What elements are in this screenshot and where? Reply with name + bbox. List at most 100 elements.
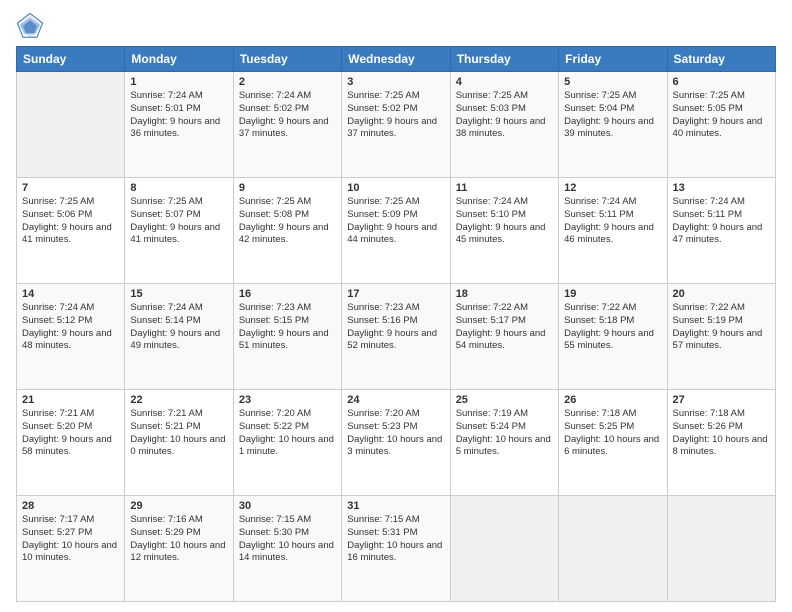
day-number: 4	[456, 76, 553, 88]
calendar-cell: 17 Sunrise: 7:23 AMSunset: 5:16 PMDayligh…	[342, 284, 450, 390]
calendar-cell: 3 Sunrise: 7:25 AMSunset: 5:02 PMDaylight…	[342, 72, 450, 178]
day-number: 24	[347, 394, 444, 406]
calendar-cell: 14Sunrise: 7:24 AMSunset: 5:12 PMDayligh…	[17, 284, 125, 390]
logo-icon	[16, 12, 44, 40]
day-number: 17	[347, 288, 444, 300]
day-info: Sunrise: 7:25 AMSunset: 5:08 PMDaylight:…	[239, 196, 336, 247]
day-info: Sunrise: 7:20 AMSunset: 5:23 PMDaylight:…	[347, 408, 444, 459]
weekday-header-thursday: Thursday	[450, 47, 558, 72]
day-number: 27	[673, 394, 770, 406]
day-info: Sunrise: 7:22 AMSunset: 5:17 PMDaylight:…	[456, 302, 553, 353]
day-info: Sunrise: 7:24 AMSunset: 5:14 PMDaylight:…	[130, 302, 227, 353]
day-number: 15	[130, 288, 227, 300]
day-number: 19	[564, 288, 661, 300]
day-number: 20	[673, 288, 770, 300]
calendar-cell	[17, 72, 125, 178]
day-info: Sunrise: 7:21 AMSunset: 5:21 PMDaylight:…	[130, 408, 227, 459]
day-number: 2	[239, 76, 336, 88]
day-number: 18	[456, 288, 553, 300]
header-row: SundayMondayTuesdayWednesdayThursdayFrid…	[17, 47, 776, 72]
calendar-cell: 22 Sunrise: 7:21 AMSunset: 5:21 PMDayligh…	[125, 390, 233, 496]
weekday-header-sunday: Sunday	[17, 47, 125, 72]
day-info: Sunrise: 7:23 AMSunset: 5:16 PMDaylight:…	[347, 302, 444, 353]
day-info: Sunrise: 7:25 AMSunset: 5:02 PMDaylight:…	[347, 90, 444, 141]
day-info: Sunrise: 7:24 AMSunset: 5:01 PMDaylight:…	[130, 90, 227, 141]
day-number: 7	[22, 182, 119, 194]
day-number: 14	[22, 288, 119, 300]
day-info: Sunrise: 7:25 AMSunset: 5:04 PMDaylight:…	[564, 90, 661, 141]
calendar-cell: 18 Sunrise: 7:22 AMSunset: 5:17 PMDayligh…	[450, 284, 558, 390]
day-number: 13	[673, 182, 770, 194]
calendar-cell: 26 Sunrise: 7:18 AMSunset: 5:25 PMDayligh…	[559, 390, 667, 496]
day-number: 21	[22, 394, 119, 406]
day-info: Sunrise: 7:24 AMSunset: 5:11 PMDaylight:…	[564, 196, 661, 247]
day-number: 6	[673, 76, 770, 88]
day-number: 1	[130, 76, 227, 88]
day-number: 25	[456, 394, 553, 406]
week-row-2: 7 Sunrise: 7:25 AMSunset: 5:06 PMDaylight…	[17, 178, 776, 284]
day-number: 11	[456, 182, 553, 194]
calendar-cell: 25 Sunrise: 7:19 AMSunset: 5:24 PMDayligh…	[450, 390, 558, 496]
day-info: Sunrise: 7:15 AMSunset: 5:31 PMDaylight:…	[347, 514, 444, 565]
day-number: 31	[347, 500, 444, 512]
day-number: 10	[347, 182, 444, 194]
calendar-cell: 20Sunrise: 7:22 AMSunset: 5:19 PMDayligh…	[667, 284, 775, 390]
calendar-cell: 13 Sunrise: 7:24 AMSunset: 5:11 PMDayligh…	[667, 178, 775, 284]
day-info: Sunrise: 7:25 AMSunset: 5:07 PMDaylight:…	[130, 196, 227, 247]
week-row-5: 28 Sunrise: 7:17 AMSunset: 5:27 PMDayligh…	[17, 496, 776, 602]
day-number: 23	[239, 394, 336, 406]
calendar-cell: 6 Sunrise: 7:25 AMSunset: 5:05 PMDaylight…	[667, 72, 775, 178]
day-info: Sunrise: 7:24 AMSunset: 5:10 PMDaylight:…	[456, 196, 553, 247]
day-number: 30	[239, 500, 336, 512]
day-info: Sunrise: 7:25 AMSunset: 5:03 PMDaylight:…	[456, 90, 553, 141]
calendar-cell: 8 Sunrise: 7:25 AMSunset: 5:07 PMDaylight…	[125, 178, 233, 284]
calendar-cell: 24 Sunrise: 7:20 AMSunset: 5:23 PMDayligh…	[342, 390, 450, 496]
day-info: Sunrise: 7:16 AMSunset: 5:29 PMDaylight:…	[130, 514, 227, 565]
day-info: Sunrise: 7:18 AMSunset: 5:26 PMDaylight:…	[673, 408, 770, 459]
calendar-cell: 7 Sunrise: 7:25 AMSunset: 5:06 PMDaylight…	[17, 178, 125, 284]
calendar-cell: 5Sunrise: 7:25 AMSunset: 5:04 PMDaylight…	[559, 72, 667, 178]
day-number: 3	[347, 76, 444, 88]
day-number: 8	[130, 182, 227, 194]
calendar-cell: 31 Sunrise: 7:15 AMSunset: 5:31 PMDayligh…	[342, 496, 450, 602]
calendar-cell: 21 Sunrise: 7:21 AMSunset: 5:20 PMDayligh…	[17, 390, 125, 496]
week-row-3: 14Sunrise: 7:24 AMSunset: 5:12 PMDayligh…	[17, 284, 776, 390]
calendar-cell: 27 Sunrise: 7:18 AMSunset: 5:26 PMDayligh…	[667, 390, 775, 496]
day-info: Sunrise: 7:17 AMSunset: 5:27 PMDaylight:…	[22, 514, 119, 565]
day-number: 22	[130, 394, 227, 406]
calendar-cell: 15 Sunrise: 7:24 AMSunset: 5:14 PMDayligh…	[125, 284, 233, 390]
day-number: 28	[22, 500, 119, 512]
day-info: Sunrise: 7:25 AMSunset: 5:06 PMDaylight:…	[22, 196, 119, 247]
day-info: Sunrise: 7:25 AMSunset: 5:09 PMDaylight:…	[347, 196, 444, 247]
weekday-header-monday: Monday	[125, 47, 233, 72]
day-number: 26	[564, 394, 661, 406]
day-number: 29	[130, 500, 227, 512]
day-info: Sunrise: 7:19 AMSunset: 5:24 PMDaylight:…	[456, 408, 553, 459]
top-section	[16, 12, 776, 40]
calendar-cell: 28 Sunrise: 7:17 AMSunset: 5:27 PMDayligh…	[17, 496, 125, 602]
day-info: Sunrise: 7:24 AMSunset: 5:11 PMDaylight:…	[673, 196, 770, 247]
calendar-cell	[667, 496, 775, 602]
calendar-cell: 16Sunrise: 7:23 AMSunset: 5:15 PMDayligh…	[233, 284, 341, 390]
day-info: Sunrise: 7:21 AMSunset: 5:20 PMDaylight:…	[22, 408, 119, 459]
calendar-cell	[450, 496, 558, 602]
day-info: Sunrise: 7:23 AMSunset: 5:15 PMDaylight:…	[239, 302, 336, 353]
weekday-header-saturday: Saturday	[667, 47, 775, 72]
weekday-header-wednesday: Wednesday	[342, 47, 450, 72]
week-row-1: 1 Sunrise: 7:24 AMSunset: 5:01 PMDaylight…	[17, 72, 776, 178]
calendar-cell: 1 Sunrise: 7:24 AMSunset: 5:01 PMDaylight…	[125, 72, 233, 178]
day-info: Sunrise: 7:18 AMSunset: 5:25 PMDaylight:…	[564, 408, 661, 459]
weekday-header-friday: Friday	[559, 47, 667, 72]
calendar-cell: 9Sunrise: 7:25 AMSunset: 5:08 PMDaylight…	[233, 178, 341, 284]
calendar-cell	[559, 496, 667, 602]
calendar-cell: 23 Sunrise: 7:20 AMSunset: 5:22 PMDayligh…	[233, 390, 341, 496]
day-info: Sunrise: 7:25 AMSunset: 5:05 PMDaylight:…	[673, 90, 770, 141]
day-number: 12	[564, 182, 661, 194]
day-info: Sunrise: 7:24 AMSunset: 5:02 PMDaylight:…	[239, 90, 336, 141]
calendar-cell: 30 Sunrise: 7:15 AMSunset: 5:30 PMDayligh…	[233, 496, 341, 602]
day-info: Sunrise: 7:15 AMSunset: 5:30 PMDaylight:…	[239, 514, 336, 565]
day-info: Sunrise: 7:22 AMSunset: 5:18 PMDaylight:…	[564, 302, 661, 353]
day-info: Sunrise: 7:20 AMSunset: 5:22 PMDaylight:…	[239, 408, 336, 459]
week-row-4: 21 Sunrise: 7:21 AMSunset: 5:20 PMDayligh…	[17, 390, 776, 496]
calendar-cell: 10 Sunrise: 7:25 AMSunset: 5:09 PMDayligh…	[342, 178, 450, 284]
